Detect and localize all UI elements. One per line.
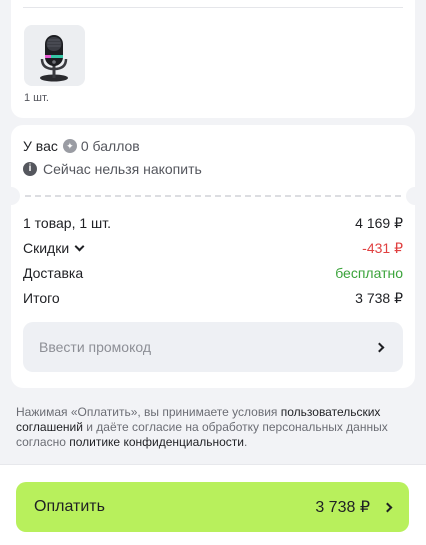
points-notice: Сейчас нельзя накопить [43,161,202,177]
order-summary-card: 1 товар, 1 шт. 4 169 ₽ Скидки -431 ₽ Дос… [11,205,415,388]
info-icon: i [23,162,37,176]
pay-button-label: Оплатить [34,498,105,515]
items-label: 1 товар, 1 шт. [23,215,112,231]
discount-value: -431 ₽ [362,239,403,256]
delivery-value: бесплатно [335,265,403,281]
promo-code-button[interactable]: Ввести промокод [23,322,403,372]
legal-text: Нажимая «Оплатить», вы принимаете услови… [16,405,281,419]
legal-notice: Нажимая «Оплатить», вы принимаете услови… [16,405,412,450]
discount-toggle[interactable]: Скидки [23,240,85,256]
points-card: У вас 0 баллов i Сейчас нельзя накопить [11,125,415,187]
perforation-divider [11,187,415,205]
coin-icon [62,139,77,153]
points-balance-row: У вас 0 баллов [23,138,140,154]
chevron-down-icon [74,241,85,251]
chevron-right-icon [374,342,385,352]
legal-text: . [244,435,248,449]
total-label: Итого [23,290,60,306]
divider [23,7,403,8]
discount-label: Скидки [23,240,70,256]
total-value: 3 738 ₽ [355,289,403,306]
items-value: 4 169 ₽ [355,214,403,231]
promo-label: Ввести промокод [39,339,152,355]
microphone-image [40,35,68,82]
pay-button-amount: 3 738 ₽ [315,499,370,516]
product-quantity: 1 шт. [24,92,49,104]
total-row: Итого 3 738 ₽ [23,289,403,307]
delivery-label: Доставка [23,265,84,281]
delivery-row: Доставка бесплатно [23,264,403,282]
points-prefix: У вас [23,138,58,154]
product-thumbnail[interactable] [24,25,85,86]
chevron-right-icon [382,502,393,512]
points-balance: 0 баллов [80,138,140,154]
items-row: 1 товар, 1 шт. 4 169 ₽ [23,214,403,232]
discount-row[interactable]: Скидки -431 ₽ [23,239,403,257]
privacy-policy-link[interactable]: политике конфиденциальности [69,435,244,449]
product-card: 1 шт. [11,0,415,118]
points-notice-row: i Сейчас нельзя накопить [23,161,202,177]
pay-button[interactable]: Оплатить 3 738 ₽ [16,482,409,532]
